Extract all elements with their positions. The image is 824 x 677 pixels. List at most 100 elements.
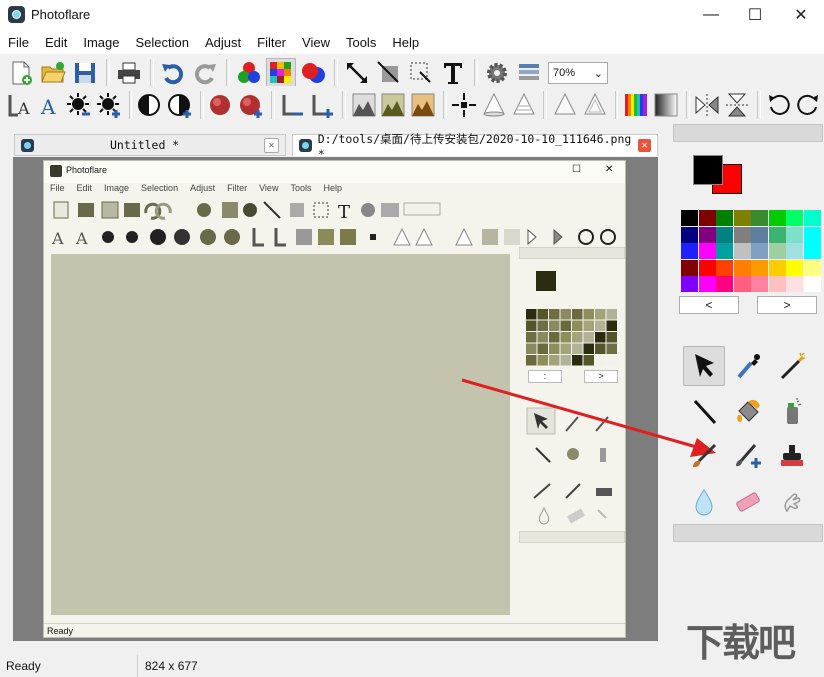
gamma-down-button[interactable] — [279, 90, 307, 120]
explode-button[interactable] — [451, 90, 479, 120]
crop-button[interactable] — [374, 58, 404, 88]
text-a-button[interactable]: A — [6, 90, 34, 120]
blur-button[interactable] — [480, 90, 508, 120]
sepia-button[interactable] — [409, 90, 437, 120]
sharpen-button[interactable] — [510, 90, 538, 120]
color-picker-tool[interactable] — [727, 346, 769, 386]
minimize-button[interactable]: — — [688, 0, 734, 30]
eraser-tool[interactable] — [727, 482, 769, 522]
palette-swatch[interactable] — [786, 226, 803, 243]
palette-swatch[interactable] — [716, 276, 733, 292]
palette-swatch[interactable] — [733, 210, 751, 226]
palette-swatch[interactable] — [751, 226, 768, 243]
palette-swatch[interactable] — [681, 276, 698, 292]
tab-untitled[interactable]: Untitled * ✕ — [14, 134, 286, 156]
palette-swatch[interactable] — [681, 243, 698, 259]
palette-swatch[interactable] — [803, 243, 821, 259]
crop-selection-button[interactable] — [406, 58, 436, 88]
paint-bucket-tool[interactable] — [727, 392, 769, 432]
palette-swatch[interactable] — [733, 243, 751, 259]
gamma-up-button[interactable] — [308, 90, 336, 120]
red-blue-button[interactable] — [298, 58, 328, 88]
menu-file[interactable]: File — [0, 35, 37, 50]
pointer-tool[interactable] — [683, 346, 725, 386]
tools-dock-footer[interactable] — [673, 524, 823, 542]
palette-swatch[interactable] — [768, 259, 786, 276]
palette-swatch[interactable] — [768, 243, 786, 259]
palette-swatch[interactable] — [786, 276, 803, 292]
tab-active-image[interactable]: D:/tools/桌面/待上传安装包/2020-10-10_111646.png… — [292, 132, 658, 161]
smudge-tool[interactable] — [771, 482, 813, 522]
palette-swatch[interactable] — [681, 210, 698, 226]
palette-swatch[interactable] — [716, 243, 733, 259]
open-file-button[interactable] — [38, 58, 68, 88]
palette-swatch[interactable] — [751, 259, 768, 276]
brightness-down-button[interactable] — [65, 90, 93, 120]
mosaic-button[interactable] — [266, 58, 296, 88]
magic-wand-tool[interactable] — [771, 346, 813, 386]
palette-swatch[interactable] — [733, 226, 751, 243]
palette-swatch[interactable] — [803, 226, 821, 243]
line-tool[interactable] — [683, 392, 725, 432]
saturation-up-button[interactable] — [237, 90, 265, 120]
palette-swatch[interactable] — [698, 243, 716, 259]
palette-swatch[interactable] — [768, 276, 786, 292]
gradient-button[interactable] — [652, 90, 680, 120]
palette-swatch[interactable] — [733, 259, 751, 276]
palette-swatch[interactable] — [786, 210, 803, 226]
menu-filter[interactable]: Filter — [249, 35, 294, 50]
menu-image[interactable]: Image — [75, 35, 127, 50]
palette-swatch[interactable] — [751, 210, 768, 226]
color-channels-button[interactable] — [234, 58, 264, 88]
smart-brush-tool[interactable] — [727, 436, 769, 476]
maximize-button[interactable]: ☐ — [732, 0, 778, 30]
palette-swatch[interactable] — [698, 226, 716, 243]
flip-horizontal-button[interactable] — [694, 90, 722, 120]
menu-tools[interactable]: Tools — [338, 35, 384, 50]
tab-close-icon[interactable]: ✕ — [638, 139, 652, 152]
palette-next-button[interactable]: > — [757, 296, 817, 314]
tab-close-icon[interactable]: ✕ — [264, 137, 279, 153]
brightness-up-button[interactable] — [95, 90, 123, 120]
palette-swatch[interactable] — [716, 226, 733, 243]
undo-button[interactable] — [158, 58, 188, 88]
palette-swatch[interactable] — [786, 259, 803, 276]
palette-dock-title[interactable] — [673, 124, 823, 142]
palette-swatch[interactable] — [681, 226, 698, 243]
resize-diagonal-button[interactable] — [342, 58, 372, 88]
emboss-button[interactable] — [581, 90, 609, 120]
paint-brush-tool[interactable] — [683, 436, 725, 476]
saturation-down-button[interactable] — [208, 90, 236, 120]
spectrum-button[interactable] — [622, 90, 650, 120]
palette-swatch[interactable] — [681, 259, 698, 276]
menu-edit[interactable]: Edit — [37, 35, 75, 50]
layers-button[interactable] — [514, 58, 544, 88]
menu-adjust[interactable]: Adjust — [197, 35, 249, 50]
palette-swatch[interactable] — [698, 276, 716, 292]
contrast-up-button[interactable] — [166, 90, 194, 120]
primary-color-swatch[interactable] — [693, 155, 723, 185]
oil-paint-button[interactable] — [379, 90, 407, 120]
rotate-ccw-button[interactable] — [765, 90, 793, 120]
rotate-cw-button[interactable] — [794, 90, 822, 120]
close-button[interactable]: ✕ — [778, 0, 824, 30]
stamp-tool[interactable] — [771, 436, 813, 476]
menu-view[interactable]: View — [294, 35, 338, 50]
palette-swatch[interactable] — [803, 259, 821, 276]
text-glow-button[interactable]: A — [36, 90, 64, 120]
palette-swatch[interactable] — [733, 276, 751, 292]
palette-swatch[interactable] — [716, 259, 733, 276]
flip-vertical-button[interactable] — [723, 90, 751, 120]
palette-prev-button[interactable]: < — [679, 296, 739, 314]
grayscale-button[interactable] — [350, 90, 378, 120]
contrast-down-button[interactable] — [136, 90, 164, 120]
palette-swatch[interactable] — [786, 243, 803, 259]
palette-swatch[interactable] — [698, 210, 716, 226]
palette-swatch[interactable] — [751, 243, 768, 259]
menu-help[interactable]: Help — [384, 35, 427, 50]
palette-swatch[interactable] — [803, 210, 821, 226]
palette-swatch[interactable] — [768, 226, 786, 243]
print-button[interactable] — [114, 58, 144, 88]
palette-swatch[interactable] — [716, 210, 733, 226]
zoom-select[interactable]: 70% ⌄ — [548, 62, 608, 84]
